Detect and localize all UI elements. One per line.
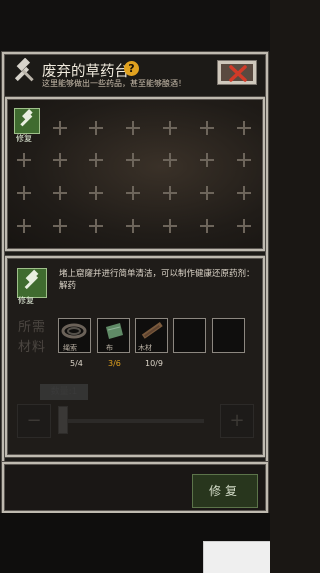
top-bar	[0, 0, 270, 52]
recipe-repair-icon[interactable]	[17, 268, 47, 298]
page-subtitle: 这里能够做出一些药品，甚至能够酿酒！	[42, 79, 186, 88]
overlay-corner	[203, 541, 270, 573]
hammer-icon	[20, 109, 33, 127]
slot-repair-label: 修复	[16, 134, 32, 143]
slot-placeholder-cross	[237, 186, 251, 200]
hammer-title-icon	[11, 57, 37, 86]
material-name-wood: 木材	[138, 344, 152, 352]
slot-placeholder-cross	[237, 153, 251, 167]
slot-placeholder-cross	[17, 219, 31, 233]
quantity-plus-button[interactable]: +	[220, 404, 254, 438]
quantity-slider-thumb[interactable]	[58, 406, 68, 434]
quantity-minus-button[interactable]: −	[17, 404, 51, 438]
slot-placeholder-cross	[200, 153, 214, 167]
quantity-slider-track[interactable]	[58, 419, 204, 423]
recipe-description: 堵上窟窿并进行简单清洁，可以制作健康还原药剂：解药	[59, 269, 255, 291]
slot-placeholder-cross	[53, 186, 67, 200]
close-icon	[229, 65, 247, 82]
wood-icon	[141, 322, 163, 339]
slot-placeholder-cross	[200, 219, 214, 233]
slot-placeholder-cross	[53, 219, 67, 233]
help-icon[interactable]: ?	[124, 61, 139, 76]
slot-placeholder-cross	[53, 153, 67, 167]
slot-placeholder-cross	[237, 219, 251, 233]
slot-placeholder-cross	[126, 186, 140, 200]
slot-repair-icon[interactable]	[14, 108, 40, 134]
material-slot-empty	[212, 318, 245, 353]
slot-placeholder-cross	[53, 121, 67, 135]
material-count-cloth: 3/6	[108, 359, 121, 368]
slot-placeholder-cross	[89, 186, 103, 200]
close-button[interactable]	[217, 60, 257, 85]
material-slot-cloth[interactable]	[97, 318, 130, 353]
slot-placeholder-cross	[163, 153, 177, 167]
slot-placeholder-cross	[126, 153, 140, 167]
material-count-rope: 5/4	[70, 359, 83, 368]
material-slot-empty	[173, 318, 206, 353]
requirements-label: 所需材料	[18, 320, 47, 355]
repair-button[interactable]: 修复	[192, 474, 258, 508]
material-count-wood: 10/9	[145, 359, 163, 368]
slot-placeholder-cross	[200, 186, 214, 200]
slot-placeholder-cross	[126, 219, 140, 233]
material-name-cloth: 布	[106, 344, 113, 352]
slot-placeholder-cross	[163, 186, 177, 200]
quantity-label: 数量:1	[40, 384, 88, 400]
slot-placeholder-cross	[89, 121, 103, 135]
slot-placeholder-cross	[163, 121, 177, 135]
slot-placeholder-cross	[89, 153, 103, 167]
slot-placeholder-cross	[17, 186, 31, 200]
material-name-rope: 绳索	[63, 344, 77, 352]
slot-placeholder-cross	[17, 153, 31, 167]
recipe-repair-label: 修复	[18, 296, 34, 305]
slot-placeholder-cross	[89, 219, 103, 233]
rope-icon	[61, 323, 87, 339]
slot-placeholder-cross	[163, 219, 177, 233]
hammer-icon	[24, 269, 39, 290]
slot-placeholder-cross	[200, 121, 214, 135]
slot-placeholder-cross	[126, 121, 140, 135]
cloth-icon	[106, 323, 123, 339]
slot-placeholder-cross	[237, 121, 251, 135]
